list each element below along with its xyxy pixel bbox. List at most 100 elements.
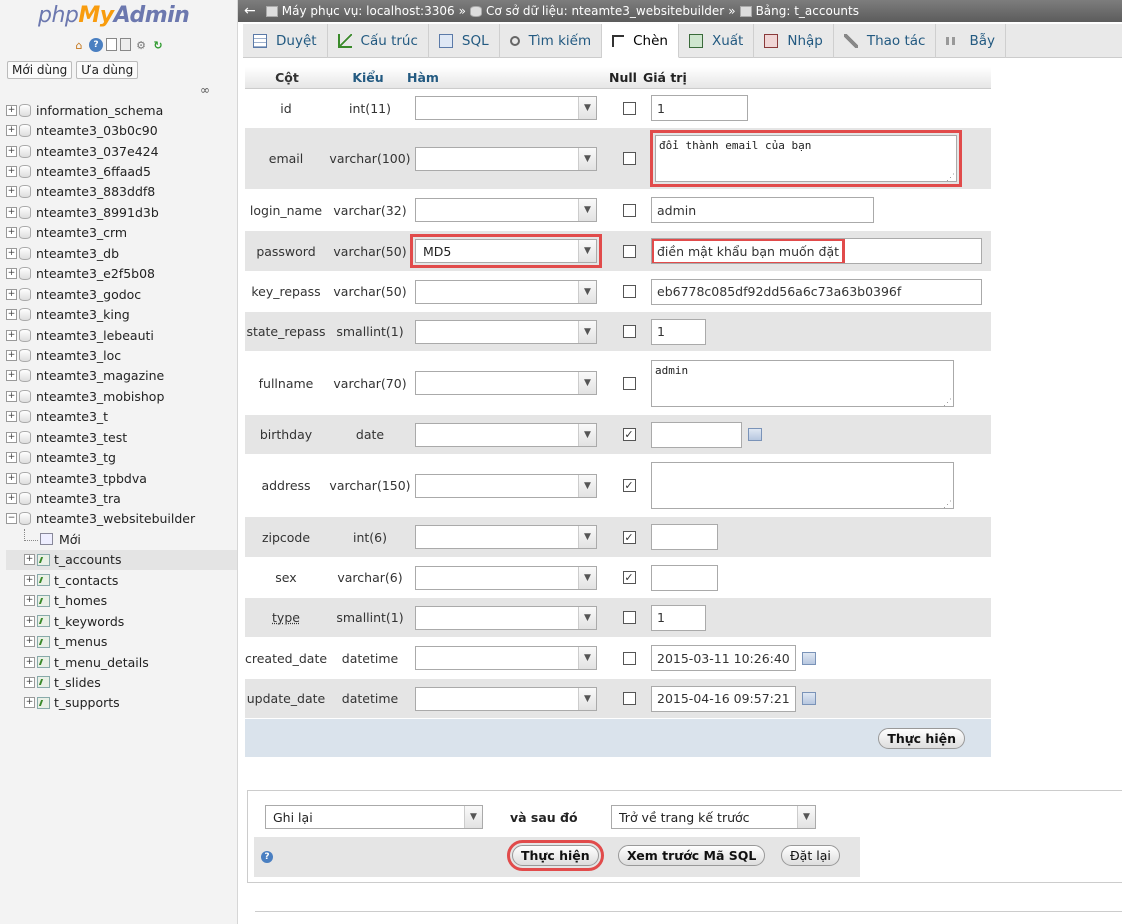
table-name[interactable]: t_menus <box>54 634 107 649</box>
function-select[interactable]: ▼ <box>415 473 597 498</box>
expand-icon[interactable]: + <box>24 697 35 709</box>
database-name[interactable]: nteamte3_037e424 <box>36 144 159 159</box>
reload-icon[interactable]: ↻ <box>151 38 165 52</box>
calendar-icon[interactable] <box>802 651 816 665</box>
database-item[interactable]: + nteamte3_6ffaad5 <box>6 161 237 181</box>
function-select[interactable]: MD5 ▼ <box>410 234 602 268</box>
tab-structure[interactable]: Cấu trúc <box>328 24 429 58</box>
database-name[interactable]: nteamte3_e2f5b08 <box>36 266 155 281</box>
database-name[interactable]: nteamte3_tpbdva <box>36 471 147 486</box>
id-input[interactable]: 1 <box>651 95 748 121</box>
tab-triggers[interactable]: Bẫy <box>936 24 1006 58</box>
function-select[interactable]: ▼ <box>415 371 597 395</box>
expand-icon[interactable]: + <box>6 247 17 259</box>
calendar-icon[interactable] <box>802 692 816 705</box>
database-item[interactable]: + nteamte3_e2f5b08 <box>6 264 237 284</box>
new-table-item[interactable]: Mới <box>6 529 237 549</box>
table-name[interactable]: t_supports <box>54 695 120 710</box>
table-item[interactable]: + t_menu_details <box>6 652 237 672</box>
table-item[interactable]: + t_slides <box>6 672 237 692</box>
database-item[interactable]: + nteamte3_crm <box>6 223 237 243</box>
database-name[interactable]: nteamte3_king <box>36 307 130 322</box>
expand-icon[interactable]: + <box>6 206 17 218</box>
breadcrumb-database[interactable]: Cơ sở dữ liệu: nteamte3_websitebuilder <box>486 4 724 18</box>
table-item[interactable]: + t_supports <box>6 693 237 713</box>
home-icon[interactable]: ⌂ <box>72 38 86 52</box>
recent-button[interactable]: Mới dùng <box>7 61 73 79</box>
null-checkbox[interactable] <box>622 101 636 115</box>
created-date-input[interactable]: 2015-03-11 10:26:40 <box>651 645 796 671</box>
table-item[interactable]: + t_accounts <box>6 549 237 571</box>
action-select[interactable]: Ghi lại ▼ <box>265 805 483 829</box>
expand-icon[interactable]: + <box>6 309 17 321</box>
database-name[interactable]: nteamte3_8991d3b <box>36 205 159 220</box>
null-checkbox[interactable] <box>622 376 636 390</box>
null-checkbox[interactable] <box>622 285 636 298</box>
tab-export[interactable]: Xuất <box>679 24 755 58</box>
database-name[interactable]: nteamte3_883ddf8 <box>36 184 155 199</box>
expand-icon[interactable]: + <box>24 636 35 648</box>
state-repass-input[interactable]: 1 <box>651 318 706 345</box>
expand-icon[interactable]: + <box>6 493 17 505</box>
expand-icon[interactable]: + <box>6 104 17 116</box>
table-name[interactable]: t_keywords <box>54 614 124 629</box>
null-checkbox[interactable]: ✓ <box>622 479 636 492</box>
expand-icon[interactable]: + <box>24 554 35 566</box>
table-name[interactable]: t_homes <box>54 593 107 608</box>
database-item[interactable]: + nteamte3_tra <box>6 488 237 508</box>
expand-icon[interactable]: + <box>6 472 17 484</box>
expand-icon[interactable]: + <box>6 411 17 423</box>
expand-icon[interactable]: + <box>6 349 17 361</box>
collapse-icon[interactable]: − <box>6 513 17 525</box>
database-name[interactable]: nteamte3_6ffaad5 <box>36 164 151 179</box>
database-item[interactable]: + nteamte3_godoc <box>6 284 237 304</box>
gear-icon[interactable]: ⚙ <box>134 38 148 52</box>
database-name[interactable]: nteamte3_mobishop <box>36 389 164 404</box>
calendar-icon[interactable] <box>748 428 762 441</box>
expand-icon[interactable]: + <box>6 370 17 382</box>
go-button[interactable]: Thực hiện <box>878 727 965 749</box>
reset-button[interactable]: Đặt lại <box>781 845 840 866</box>
table-name[interactable]: t_menu_details <box>54 655 149 670</box>
database-name[interactable]: nteamte3_t <box>36 409 108 424</box>
database-item[interactable]: + information_schema <box>6 100 237 120</box>
database-item[interactable]: + nteamte3_tg <box>6 447 237 467</box>
function-select[interactable]: ▼ <box>415 525 597 549</box>
header-function[interactable]: Hàm <box>407 70 607 85</box>
zipcode-input[interactable] <box>651 524 718 550</box>
database-name[interactable]: nteamte3_crm <box>36 225 127 240</box>
function-select[interactable]: ▼ <box>415 422 597 447</box>
breadcrumb-server[interactable]: Máy phục vụ: localhost:3306 <box>282 4 455 18</box>
expand-icon[interactable]: + <box>24 656 35 668</box>
expand-icon[interactable]: + <box>24 574 35 586</box>
table-item[interactable]: + t_contacts <box>6 570 237 590</box>
after-insert-select[interactable]: Trở về trang kế trước ▼ <box>611 805 816 829</box>
function-select[interactable]: ▼ <box>415 605 597 630</box>
tab-operations[interactable]: Thao tác <box>834 24 937 58</box>
database-name[interactable]: nteamte3_db <box>36 246 119 261</box>
type-input[interactable]: 1 <box>651 604 706 631</box>
tab-import[interactable]: Nhập <box>754 24 834 58</box>
database-item[interactable]: + nteamte3_test <box>6 427 237 447</box>
function-select[interactable]: ▼ <box>415 146 597 171</box>
key-repass-input[interactable]: eb6778c085df92dd56a6c73a63b0396f <box>651 278 982 305</box>
expand-icon[interactable]: + <box>24 595 35 607</box>
link-icon[interactable]: ∞ <box>200 83 210 97</box>
database-name[interactable]: nteamte3_godoc <box>36 287 141 302</box>
login-name-input[interactable]: admin <box>651 197 874 223</box>
email-textarea[interactable]: đổi thành email của bạn <box>650 130 962 187</box>
null-checkbox[interactable] <box>622 651 636 665</box>
breadcrumb-table[interactable]: Bảng: t_accounts <box>756 4 859 18</box>
collapse-arrow-icon[interactable]: ← <box>244 3 256 19</box>
fullname-textarea[interactable]: admin <box>651 359 954 408</box>
header-type[interactable]: Kiểu <box>325 70 407 85</box>
help-icon[interactable]: ? <box>261 851 273 863</box>
table-item[interactable]: + t_keywords <box>6 611 237 631</box>
preview-sql-button[interactable]: Xem trước Mã SQL <box>618 845 766 866</box>
tab-sql[interactable]: SQL <box>429 24 500 58</box>
database-item[interactable]: − nteamte3_websitebuilder <box>6 509 237 529</box>
submit-button[interactable]: Thực hiện <box>507 840 604 871</box>
table-item[interactable]: + t_menus <box>6 631 237 651</box>
phpmyadmin-logo[interactable]: phpMyAdmin <box>38 3 190 28</box>
tab-insert[interactable]: Chèn <box>602 24 679 58</box>
